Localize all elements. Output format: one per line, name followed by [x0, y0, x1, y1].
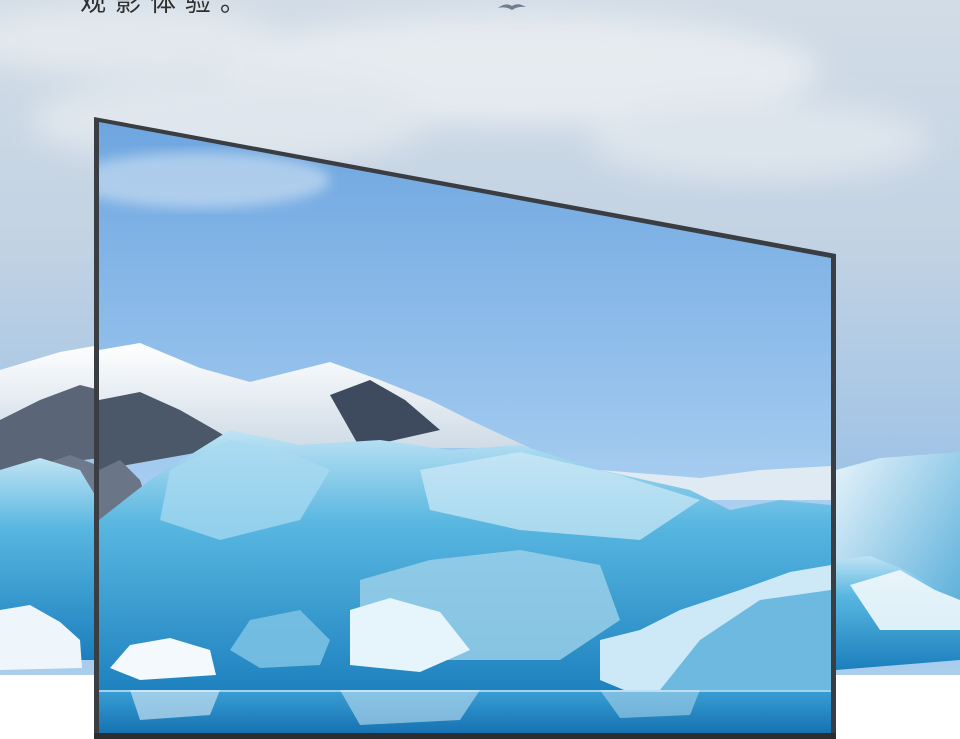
- promo-scene: [0, 0, 960, 739]
- tv-bottom-edge: [94, 733, 836, 739]
- headline-text: 观影体验。: [80, 0, 256, 18]
